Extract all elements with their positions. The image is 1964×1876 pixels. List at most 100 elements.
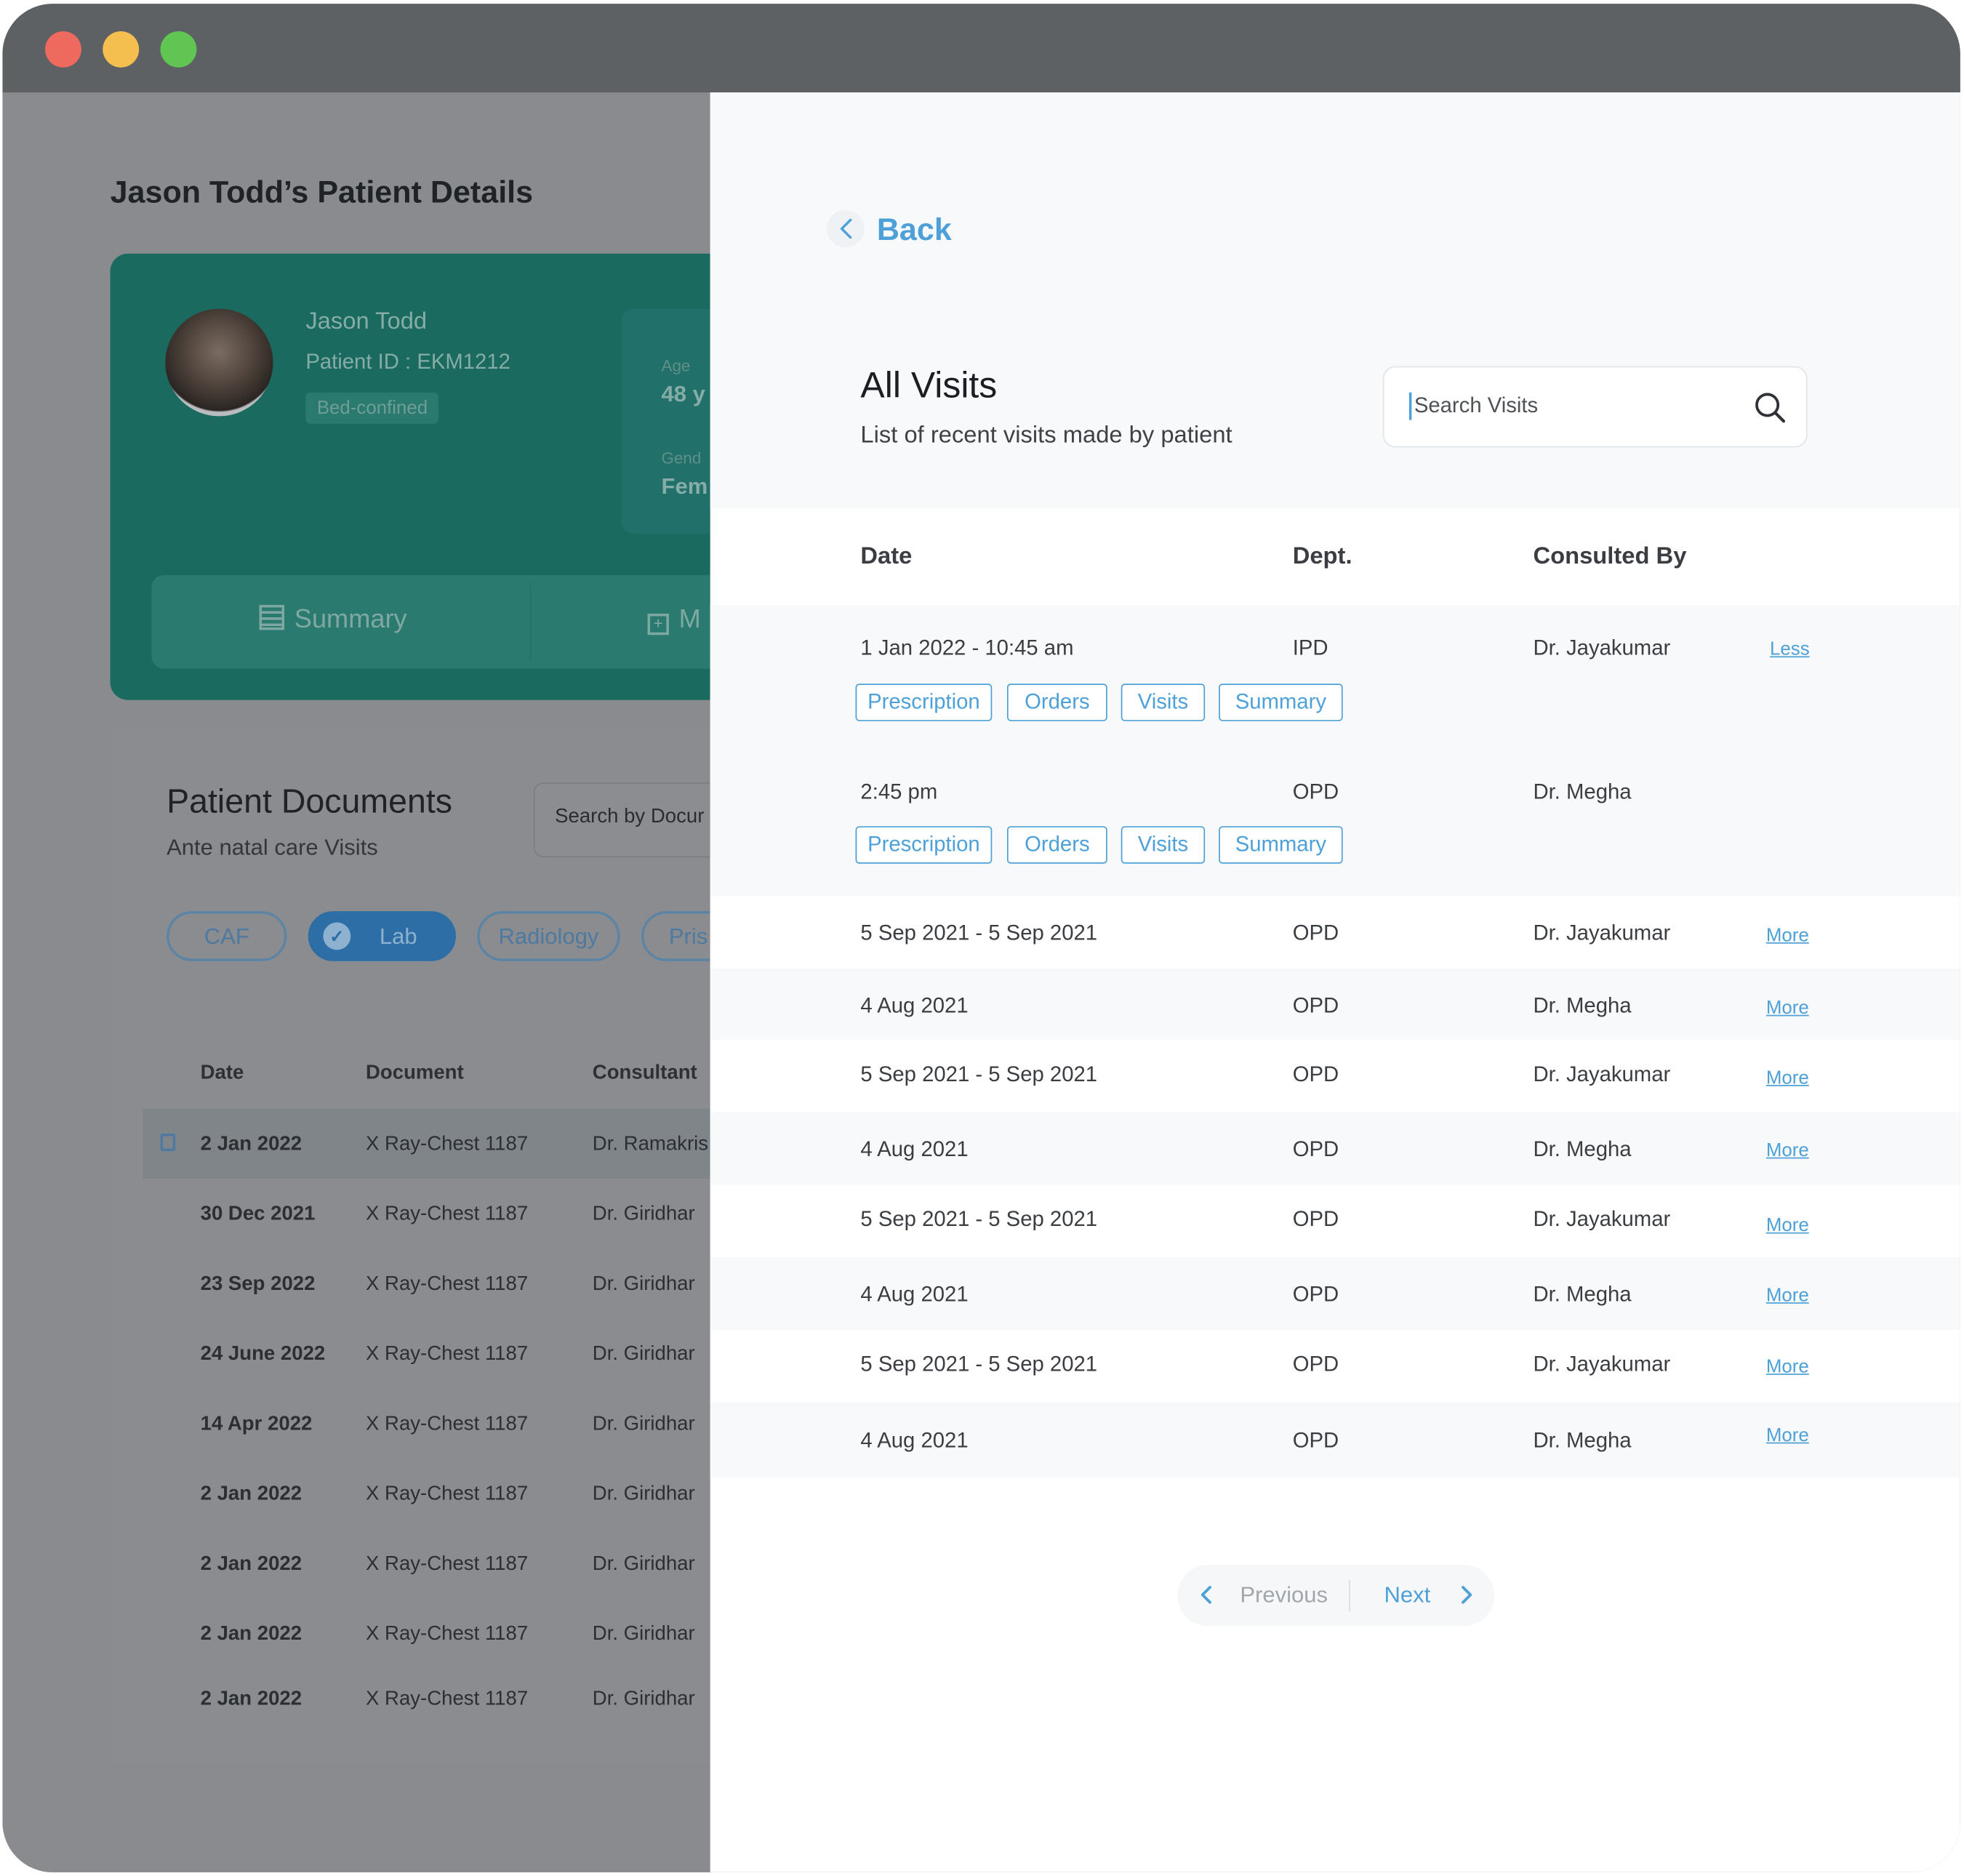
row-date: 30 Dec 2021	[200, 1203, 316, 1225]
visits-search-box	[1382, 366, 1808, 448]
row-consultant: Dr. Ramakris	[592, 1134, 709, 1155]
title-bar	[2, 4, 1960, 93]
visit-dept: OPD	[1292, 993, 1339, 1018]
row-consultant: Dr. Giridhar	[592, 1483, 695, 1505]
visit-row[interactable]: 5 Sep 2021 - 5 Sep 2021 OPD Dr. Jayakuma…	[710, 896, 1960, 969]
documents-subtitle: Ante natal care Visits	[167, 835, 378, 860]
tab-summary[interactable]: Summary	[259, 604, 407, 635]
patient-documents-panel: Patient Documents Ante natal care Visits…	[110, 727, 710, 1765]
row-consultant: Dr. Giridhar	[592, 1273, 695, 1295]
screen: Jason Todd’s Patient Details Jason Todd …	[0, 0, 1964, 1876]
search-icon[interactable]	[1752, 390, 1787, 425]
more-link[interactable]: More	[1766, 1285, 1809, 1306]
col-dept: Dept.	[1292, 543, 1352, 570]
summary-button[interactable]: Summary	[1219, 684, 1343, 721]
visit-doctor: Dr. Jayakumar	[1533, 921, 1671, 945]
page-title: Jason Todd’s Patient Details	[110, 175, 534, 210]
visit-row[interactable]: 4 Aug 2021 OPD Dr. Megha More	[710, 1112, 1960, 1185]
summary-button[interactable]: Summary	[1219, 826, 1343, 864]
row-consultant: Dr. Giridhar	[592, 1688, 695, 1710]
minimize-window-button[interactable]	[103, 31, 140, 68]
row-document: X Ray-Chest 1187	[365, 1343, 529, 1366]
background-page: Jason Todd’s Patient Details Jason Todd …	[2, 92, 710, 1872]
more-link[interactable]: More	[1766, 998, 1809, 1019]
table-row[interactable]: 2 Jan 2022 X Ray-Chest 1187 Dr. Giridhar	[143, 1459, 710, 1528]
documents-search-placeholder: Search by Docur	[555, 806, 705, 827]
visit-row[interactable]: 4 Aug 2021 OPD Dr. Megha More	[710, 969, 1960, 1041]
tab-summary-label: Summary	[294, 604, 407, 634]
tab-m[interactable]: + M	[647, 604, 701, 636]
more-link[interactable]: More	[1766, 1067, 1809, 1089]
visit-date: 5 Sep 2021 - 5 Sep 2021	[860, 1207, 1098, 1232]
more-link[interactable]: More	[1766, 1356, 1809, 1377]
table-row[interactable]: 24 June 2022 X Ray-Chest 1187 Dr. Giridh…	[143, 1318, 710, 1388]
visit-date: 5 Sep 2021 - 5 Sep 2021	[860, 1062, 1098, 1086]
visit-row[interactable]: 4 Aug 2021 OPD Dr. Megha More	[710, 1257, 1960, 1330]
back-button[interactable]: Back	[877, 212, 952, 249]
next-button[interactable]: Next	[1384, 1582, 1430, 1608]
plus-square-icon: +	[647, 613, 669, 636]
check-icon: ✓	[323, 922, 351, 950]
chevron-right-icon[interactable]	[1453, 1582, 1478, 1607]
tab-m-label: M	[678, 604, 701, 634]
visit-row[interactable]: 4 Aug 2021 OPD Dr. Megha More	[710, 1402, 1960, 1478]
chip-pris[interactable]: Pris	[641, 911, 710, 961]
visit-dept: OPD	[1292, 921, 1339, 945]
more-link[interactable]: More	[1766, 1140, 1809, 1161]
col-consulted-by: Consulted By	[1533, 543, 1687, 570]
chip-lab[interactable]: ✓ Lab	[308, 911, 457, 961]
prescription-button[interactable]: Prescription	[855, 826, 993, 864]
more-link[interactable]: More	[1766, 1215, 1809, 1236]
visit-row[interactable]: 5 Sep 2021 - 5 Sep 2021 OPD Dr. Jayakuma…	[710, 1329, 1960, 1403]
table-row[interactable]: 2 Jan 2022 X Ray-Chest 1187 Dr. Giridhar	[143, 1664, 710, 1733]
pagination-divider	[1349, 1579, 1350, 1611]
documents-search-input[interactable]: Search by Docur	[533, 782, 710, 858]
app-window: Jason Todd’s Patient Details Jason Todd …	[2, 4, 1960, 1872]
patient-name: Jason Todd	[305, 308, 428, 335]
table-row[interactable]: 2 Jan 2022 X Ray-Chest 1187 Dr. Ramakris	[143, 1108, 710, 1179]
chevron-left-icon[interactable]	[832, 214, 862, 244]
row-document: X Ray-Chest 1187	[365, 1688, 529, 1710]
row-consultant: Dr. Giridhar	[592, 1623, 695, 1645]
visit-row[interactable]: 5 Sep 2021 - 5 Sep 2021 OPD Dr. Jayakuma…	[710, 1184, 1960, 1258]
visit-date: 4 Aug 2021	[860, 1282, 969, 1307]
visit-dept: OPD	[1292, 1282, 1339, 1307]
prescription-button[interactable]: Prescription	[855, 684, 993, 721]
row-consultant: Dr. Giridhar	[592, 1414, 695, 1435]
more-link[interactable]: More	[1766, 1425, 1809, 1446]
visit-dept: OPD	[1292, 1137, 1339, 1161]
orders-button[interactable]: Orders	[1006, 684, 1107, 721]
more-link[interactable]: More	[1766, 925, 1809, 946]
row-consultant: Dr. Giridhar	[592, 1203, 695, 1225]
visits-search-input[interactable]	[1408, 392, 1730, 420]
visit-date: 5 Sep 2021 - 5 Sep 2021	[860, 921, 1098, 945]
col-consultant: Consultant	[592, 1062, 697, 1084]
table-row[interactable]: 14 Apr 2022 X Ray-Chest 1187 Dr. Giridha…	[143, 1389, 710, 1459]
visit-row[interactable]: 5 Sep 2021 - 5 Sep 2021 OPD Dr. Jayakuma…	[710, 1040, 1960, 1113]
row-consultant: Dr. Giridhar	[592, 1343, 695, 1366]
visit-doctor: Dr. Jayakumar	[1533, 1207, 1671, 1232]
visit-doctor: Dr. Jayakumar	[1533, 636, 1671, 660]
col-date: Date	[860, 543, 913, 570]
all-visits-panel: Back All Visits List of recent visits ma…	[710, 92, 1960, 1872]
less-link[interactable]: Less	[1770, 638, 1810, 660]
row-date: 2 Jan 2022	[200, 1623, 302, 1645]
table-row[interactable]: 30 Dec 2021 X Ray-Chest 1187 Dr. Giridha…	[143, 1179, 710, 1248]
table-row[interactable]: 2 Jan 2022 X Ray-Chest 1187 Dr. Giridhar	[143, 1528, 710, 1598]
visit-date: 4 Aug 2021	[860, 993, 969, 1018]
visits-button[interactable]: Visits	[1121, 826, 1206, 864]
chip-radiology[interactable]: Radiology	[477, 911, 620, 961]
chip-caf[interactable]: CAF	[167, 911, 287, 961]
maximize-window-button[interactable]	[160, 31, 197, 68]
table-row[interactable]: 23 Sep 2022 X Ray-Chest 1187 Dr. Giridha…	[143, 1248, 710, 1318]
pagination: Previous Next	[1177, 1565, 1495, 1627]
orders-button[interactable]: Orders	[1006, 826, 1107, 864]
table-row[interactable]: 2 Jan 2022 X Ray-Chest 1187 Dr. Giridhar	[143, 1598, 710, 1668]
close-window-button[interactable]	[45, 31, 81, 68]
patient-id: Patient ID : EKM1212	[305, 350, 510, 374]
row-document: X Ray-Chest 1187	[365, 1414, 529, 1435]
list-icon	[259, 604, 285, 630]
visit-doctor: Dr. Jayakumar	[1533, 1062, 1671, 1086]
visits-button[interactable]: Visits	[1121, 684, 1206, 721]
previous-button[interactable]: Previous	[1240, 1582, 1328, 1608]
